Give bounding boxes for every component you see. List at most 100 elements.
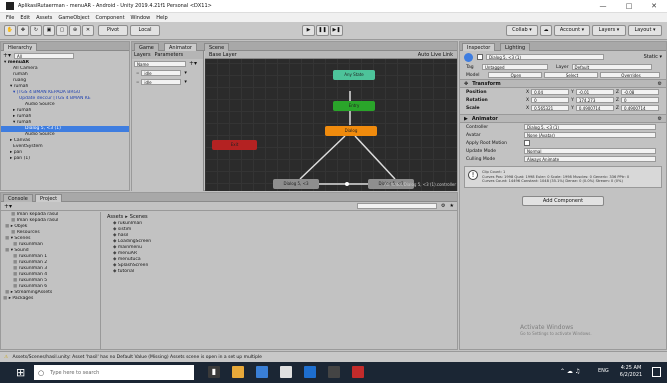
play-button[interactable]: ▶ — [302, 25, 315, 36]
step-button[interactable]: ▶❚ — [330, 25, 343, 36]
param-name-field[interactable]: idle — [141, 69, 182, 76]
rotate-tool-icon[interactable]: ↻ — [30, 25, 42, 36]
create-plus-icon[interactable]: +▾ — [3, 52, 11, 59]
project-folder-item[interactable]: ■ ▸ Packages — [1, 296, 100, 302]
menu-edit[interactable]: Edit — [20, 15, 30, 21]
transform-x-field[interactable]: 0 — [531, 97, 570, 103]
create-plus-icon[interactable]: +▾ — [4, 203, 12, 210]
tab-layers[interactable]: Layers — [134, 52, 151, 58]
breadcrumb-assets[interactable]: Assets — [107, 214, 123, 220]
transform-x-field[interactable]: 0.04 — [531, 89, 570, 95]
breadcrumb-scenes[interactable]: Scenes — [130, 214, 148, 220]
file-explorer-icon[interactable] — [232, 366, 244, 378]
dropdown-chevron-icon[interactable]: ▾ — [184, 79, 187, 85]
tab-scene[interactable]: Scene — [204, 43, 230, 51]
tab-hierarchy[interactable]: Hierarchy — [3, 43, 38, 51]
transform-z-field[interactable]: 0.4900714 — [620, 105, 659, 111]
windows-start-icon[interactable]: ⊞ — [16, 367, 27, 378]
menu-file[interactable]: File — [6, 15, 14, 21]
tab-game[interactable]: Game — [134, 43, 159, 51]
menu-assets[interactable]: Assets — [36, 15, 52, 21]
tab-console[interactable]: Console — [3, 194, 33, 202]
add-component-button[interactable]: Add Component — [522, 195, 604, 206]
layer-dropdown[interactable]: Default — [571, 64, 652, 70]
rect-tool-icon[interactable]: ▢ — [56, 25, 68, 36]
static-dropdown[interactable]: Static ▾ — [644, 54, 662, 60]
model-select-button[interactable]: Select — [544, 72, 598, 78]
param-name-field[interactable]: idle — [141, 78, 182, 85]
hand-tool-icon[interactable]: ✋ — [4, 25, 16, 36]
transform-z-field[interactable]: -0.08 — [620, 89, 659, 95]
menu-window[interactable]: Window — [131, 15, 151, 21]
custom-tool-icon[interactable]: ✕ — [82, 25, 94, 36]
unity-taskbar-icon[interactable] — [328, 366, 340, 378]
task-view-icon[interactable]: ▮ — [208, 366, 220, 378]
close-button[interactable]: ✕ — [641, 0, 667, 13]
transition-line[interactable] — [354, 135, 396, 180]
dropdown-chevron-icon[interactable]: ▾ — [184, 70, 187, 76]
animator-row-value[interactable]: Always Animate — [524, 156, 656, 162]
pause-button[interactable]: ❚❚ — [316, 25, 329, 36]
scale-tool-icon[interactable]: ▣ — [43, 25, 55, 36]
state-exit[interactable]: Exit — [212, 140, 257, 150]
transform-tool-icon[interactable]: ⊕ — [69, 25, 81, 36]
component-settings-icon[interactable]: ⚙ — [658, 116, 662, 122]
collab-dropdown[interactable]: Collab ▾ — [506, 25, 538, 36]
component-settings-icon[interactable]: ⚙ — [658, 81, 662, 87]
transform-y-field[interactable]: 0.4900714 — [575, 105, 614, 111]
animator-row-value[interactable]: Normal — [524, 148, 656, 154]
status-message[interactable]: Assets/Scenes/hasil.unity: Asset 'hasil'… — [12, 355, 261, 360]
scene-file-item[interactable]: ◆ tutorial — [113, 269, 458, 275]
state-dialog[interactable]: Dialog — [325, 126, 377, 136]
project-search-input[interactable] — [357, 203, 438, 209]
tab-lighting[interactable]: Lighting — [500, 43, 531, 51]
tag-dropdown[interactable]: Untagged — [482, 64, 548, 70]
transform-z-field[interactable]: 0 — [620, 97, 659, 103]
model-overrides-button[interactable]: Overrides — [600, 72, 660, 78]
object-name-field[interactable]: Dialog 5, <3 (1) — [486, 54, 604, 60]
tab-inspector[interactable]: Inspector — [462, 43, 496, 51]
mail-icon[interactable] — [304, 366, 316, 378]
tab-parameters[interactable]: Parameters — [155, 52, 184, 58]
taskbar-clock[interactable]: 4:25 AM 6/2/2021 — [616, 365, 646, 379]
local-toggle[interactable]: Local — [130, 25, 160, 36]
model-open-button[interactable]: Open — [488, 72, 542, 78]
notifications-icon[interactable] — [652, 367, 661, 377]
transform-y-field[interactable]: 174.273 — [575, 97, 614, 103]
state-any-state[interactable]: Any State — [333, 70, 375, 80]
apply-root-motion-checkbox[interactable] — [524, 140, 530, 146]
params-search-input[interactable]: Name — [134, 60, 186, 67]
param-row[interactable]: = idle ▾ — [132, 77, 203, 86]
language-indicator[interactable]: ENG — [598, 368, 609, 374]
system-tray-icons[interactable]: ⌃ ☁ ♫ — [560, 368, 580, 375]
taskbar-search[interactable]: ○ Type here to search — [34, 365, 194, 380]
hierarchy-search-input[interactable]: All — [14, 52, 75, 59]
store-icon[interactable] — [280, 366, 292, 378]
layers-dropdown[interactable]: Layers ▾ — [592, 25, 626, 36]
minimize-button[interactable]: — — [590, 0, 616, 13]
animator-row-value[interactable]: None (Avatar) — [524, 132, 656, 138]
transition-line[interactable] — [299, 135, 346, 180]
filter-icon[interactable]: ⚙ — [441, 203, 445, 209]
transform-y-field[interactable]: -0.01 — [575, 89, 614, 95]
maximize-button[interactable]: □ — [616, 0, 642, 13]
acrobat-icon[interactable] — [352, 366, 364, 378]
move-tool-icon[interactable]: ✥ — [17, 25, 29, 36]
pivot-toggle[interactable]: Pivot — [98, 25, 128, 36]
menu-help[interactable]: Help — [156, 15, 167, 21]
animator-graph[interactable]: Base Layer Auto Live Link Any State Entr… — [205, 51, 457, 191]
menu-gameobject[interactable]: GameObject — [58, 15, 89, 21]
hierarchy-item[interactable]: ▸ pan (1) — [1, 156, 129, 162]
tab-animator[interactable]: Animator — [164, 43, 197, 51]
animator-row-value[interactable]: Dialog 5, <3 (1) — [524, 124, 656, 130]
tab-project[interactable]: Project — [35, 194, 63, 202]
transform-header[interactable]: ✥ Transform ⚙ — [460, 79, 666, 88]
menu-component[interactable]: Component — [96, 15, 125, 21]
animator-header[interactable]: ▶ Animator ⚙ — [460, 114, 666, 123]
state-entry[interactable]: Entry — [333, 101, 375, 111]
star-icon[interactable]: ★ — [450, 203, 454, 209]
transform-x-field[interactable]: 0.565321 — [531, 105, 570, 111]
edge-icon[interactable] — [256, 366, 268, 378]
cloud-icon[interactable]: ☁ — [540, 25, 552, 36]
active-checkbox[interactable] — [477, 54, 483, 60]
